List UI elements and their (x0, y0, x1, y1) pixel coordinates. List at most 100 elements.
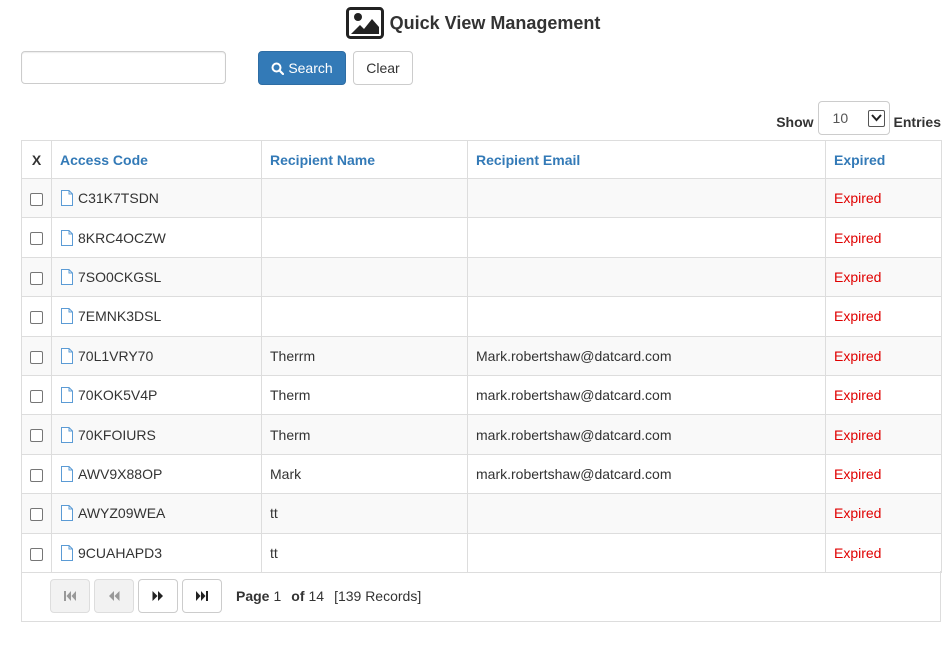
first-page-button[interactable] (50, 579, 90, 613)
table-row[interactable]: AWV9X88OP Mark mark.robertshaw@datcard.com… (21, 453, 942, 495)
clear-button-label: Clear (366, 60, 400, 76)
access-code-cell: AWV9X88OP (51, 453, 262, 495)
expired-status-cell: Expired (825, 453, 942, 495)
recipient-name-cell: Therm (261, 414, 468, 455)
access-code-link[interactable]: AWV9X88OP (78, 466, 162, 482)
recipient-email-cell (467, 177, 826, 219)
expired-status-cell: Expired (825, 335, 942, 376)
access-code-link[interactable]: AWYZ09WEA (78, 505, 165, 521)
document-icon (61, 347, 73, 364)
of-label: of (291, 588, 305, 604)
access-code-link[interactable]: 8KRC4OCZW (78, 230, 166, 246)
expired-status-cell: Expired (825, 414, 942, 455)
access-code-cell: C31K7TSDN (51, 177, 262, 219)
table-row[interactable]: 9CUAHAPD3 tt Expired (21, 532, 942, 573)
access-code-link[interactable]: 70KOK5V4P (78, 387, 157, 403)
row-checkbox[interactable] (30, 232, 43, 246)
document-icon (61, 465, 73, 482)
row-select-cell (21, 493, 52, 534)
table-row[interactable]: C31K7TSDN Expired (21, 177, 942, 219)
first-page-icon (64, 591, 76, 601)
table-row[interactable]: 7EMNK3DSL Expired (21, 296, 942, 337)
recipient-name-cell (261, 256, 468, 298)
document-icon (61, 268, 73, 285)
recipient-name-cell: Therm (261, 374, 468, 416)
recipient-name-cell (261, 217, 468, 258)
column-header-select: X (21, 140, 52, 179)
page-info: Page 1 of 14 [139 Records] (236, 588, 421, 604)
expired-status-cell: Expired (825, 177, 942, 219)
access-code-link[interactable]: 70KFOIURS (78, 427, 156, 443)
row-select-cell (21, 532, 52, 573)
table-row[interactable]: 70KOK5V4P Therm mark.robertshaw@datcard.co… (21, 374, 942, 416)
access-code-cell: 7SO0CKGSL (51, 256, 262, 298)
last-page-icon (196, 591, 208, 601)
row-select-cell (21, 414, 52, 455)
document-icon (61, 387, 73, 404)
access-code-link[interactable]: 70L1VRY70 (78, 348, 153, 364)
access-code-link[interactable]: 9CUAHAPD3 (78, 545, 162, 561)
show-label: Show (776, 114, 814, 130)
row-checkbox[interactable] (30, 508, 43, 522)
search-input[interactable] (21, 51, 226, 84)
last-page-button[interactable] (182, 579, 222, 613)
access-code-cell: 70L1VRY70 (51, 335, 262, 376)
search-button[interactable]: Search (258, 51, 346, 85)
row-select-cell (21, 296, 52, 337)
search-icon (271, 62, 285, 75)
table-header-row: X Access Code Recipient Name Recipient E… (21, 140, 942, 179)
document-icon (61, 544, 73, 561)
search-button-label: Search (288, 60, 333, 76)
column-header-access-code[interactable]: Access Code (51, 140, 262, 179)
row-select-cell (21, 335, 52, 376)
column-header-expired[interactable]: Expired (825, 140, 942, 179)
clear-button[interactable]: Clear (353, 51, 413, 85)
entries-label: Entries (893, 114, 941, 130)
recipient-email-cell (467, 493, 826, 534)
entries-control: Show 10 Entries (776, 101, 941, 135)
access-code-link[interactable]: 7SO0CKGSL (78, 269, 161, 285)
total-pages: 14 (308, 588, 325, 604)
row-checkbox[interactable] (30, 468, 43, 482)
table-row[interactable]: 70L1VRY70 Therrm Mark.robertshaw@datcard.c… (21, 335, 942, 376)
recipient-email-cell (467, 296, 826, 337)
column-header-recipient-email[interactable]: Recipient Email (467, 140, 826, 179)
table-row[interactable]: 8KRC4OCZW Expired (21, 217, 942, 258)
row-checkbox[interactable] (30, 350, 43, 364)
row-checkbox[interactable] (30, 547, 43, 561)
record-count: [139 Records] (334, 588, 422, 604)
recipient-name-cell: Mark (261, 453, 468, 495)
next-page-button[interactable] (138, 579, 178, 613)
previous-page-button[interactable] (94, 579, 134, 613)
column-header-recipient-name[interactable]: Recipient Name (261, 140, 468, 179)
document-icon (61, 190, 73, 207)
row-checkbox[interactable] (30, 271, 43, 285)
row-checkbox[interactable] (30, 192, 43, 206)
entries-value: 10 (832, 110, 849, 126)
recipient-email-cell (467, 532, 826, 573)
row-select-cell (21, 256, 52, 298)
table-row[interactable]: 70KFOIURS Therm mark.robertshaw@datcard.co… (21, 414, 942, 455)
access-code-link[interactable]: 7EMNK3DSL (78, 308, 161, 324)
row-select-cell (21, 453, 52, 495)
expired-status-cell: Expired (825, 217, 942, 258)
table-row[interactable]: AWYZ09WEA tt Expired (21, 493, 942, 534)
row-select-cell (21, 177, 52, 219)
entries-select[interactable]: 10 (817, 101, 890, 135)
expired-status-cell: Expired (825, 374, 942, 416)
current-page: 1 (273, 588, 282, 604)
page-label: Page (236, 588, 270, 604)
row-select-cell (21, 217, 52, 258)
row-checkbox[interactable] (30, 311, 43, 325)
row-checkbox[interactable] (30, 429, 43, 443)
access-code-link[interactable]: C31K7TSDN (78, 190, 159, 206)
recipient-name-cell: Therrm (261, 335, 468, 376)
expired-status-cell: Expired (825, 296, 942, 337)
page-header: Quick View Management (0, 6, 946, 40)
page-title: Quick View Management (389, 12, 601, 33)
recipient-email-cell (467, 256, 826, 298)
chevron-down-icon (867, 109, 885, 127)
row-checkbox[interactable] (30, 389, 43, 403)
document-icon (61, 426, 73, 443)
table-row[interactable]: 7SO0CKGSL Expired (21, 256, 942, 298)
